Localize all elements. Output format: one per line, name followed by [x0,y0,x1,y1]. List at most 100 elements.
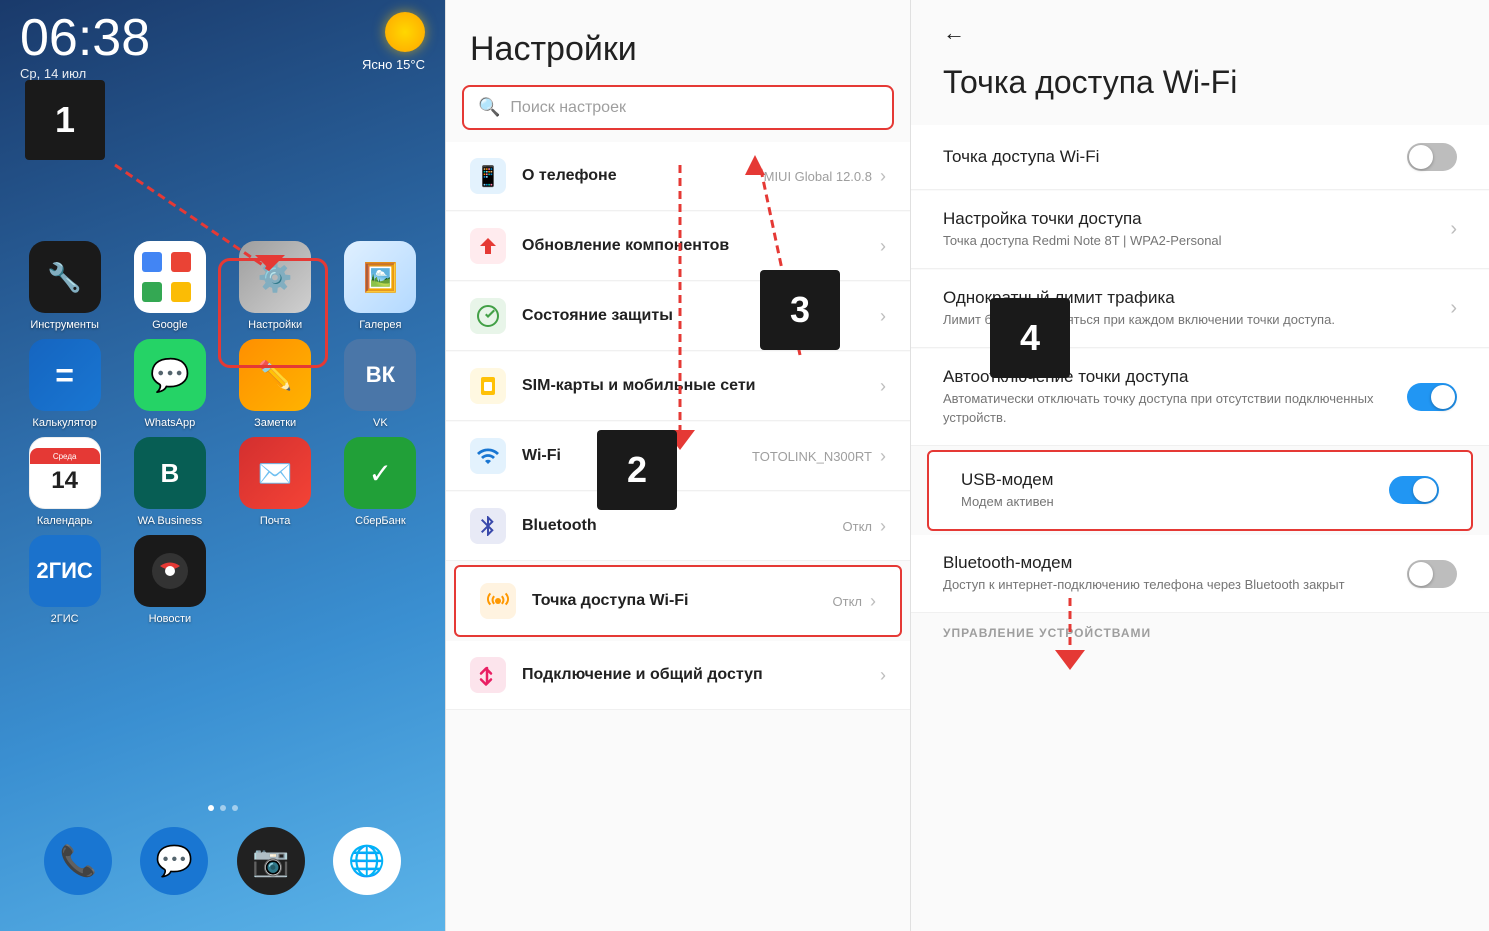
dock-phone[interactable]: 📞 [44,827,112,895]
app-item-sberbank[interactable]: ✓ СберБанк [332,437,429,527]
app-label-news: Новости [149,613,192,625]
app-label-calendar: Календарь [37,515,93,527]
settings-item-hotspot[interactable]: Точка доступа Wi-Fi Откл › [454,565,902,637]
bluetooth-title: Bluetooth [522,517,843,535]
wifi-icon [470,438,506,474]
hotspot-config-sublabel: Точка доступа Redmi Note 8T | WPA2-Perso… [943,232,1450,250]
wifi-hotspot-toggle[interactable] [1407,143,1457,171]
wifi-hotspot-info: Точка доступа Wi-Fi [943,147,1391,167]
update-title: Обновление компонентов [522,237,872,255]
wifi-hotspot-row[interactable]: Точка доступа Wi-Fi [911,125,1489,190]
usb-modem-knob [1413,478,1437,502]
security-icon [470,298,506,334]
settings-title: Настройки [446,0,910,85]
back-button[interactable]: ← [943,20,965,46]
bluetooth-modem-info: Bluetooth-модем Доступ к интернет-подклю… [943,553,1391,594]
usb-modem-label: USB-модем [961,470,1373,490]
app-label-notes: Заметки [254,417,296,429]
about-value: MIUI Global 12.0.8 [764,169,872,184]
app-item-calculator[interactable]: = Калькулятор [16,339,113,429]
app-item-whatsapp[interactable]: 💬 WhatsApp [121,339,218,429]
bluetooth-value: Откл [843,519,873,534]
app-item-vk[interactable]: ВК VK [332,339,429,429]
home-screen: 06:38 Ср, 14 июл Ясно 15°C 1 🔧 Инструмен… [0,0,445,931]
settings-item-sim[interactable]: SIM-карты и мобильные сети › [446,352,910,421]
wifi-chevron: › [880,446,886,467]
bluetooth-modem-label: Bluetooth-модем [943,553,1391,573]
dock-camera-icon: 📷 [237,827,305,895]
settings-item-about[interactable]: 📱 О телефоне MIUI Global 12.0.8 › [446,142,910,211]
hotspot-detail-panel: ← Точка доступа Wi-Fi Точка доступа Wi-F… [910,0,1489,931]
time-display: 06:38 [20,12,150,64]
search-placeholder: Поиск настроек [510,99,626,117]
auto-off-toggle[interactable] [1407,383,1457,411]
update-chevron: › [880,236,886,257]
app-item-news[interactable]: Новости [121,535,218,625]
app-icon-wabusiness: B [134,437,206,509]
sim-content: SIM-карты и мобильные сети [522,377,872,395]
bluetooth-modem-toggle[interactable] [1407,560,1457,588]
app-item-google[interactable]: Google [121,241,218,331]
wifi-hotspot-label: Точка доступа Wi-Fi [943,147,1391,167]
app-icon-vk: ВК [344,339,416,411]
security-chevron: › [880,306,886,327]
app-icon-calendar: Среда 14 [29,437,101,509]
app-label-wabusiness: WA Business [138,515,202,527]
update-content: Обновление компонентов [522,237,872,255]
weather-area: Ясно 15°C [362,12,425,72]
bluetooth-icon [470,508,506,544]
app-label-calculator: Калькулятор [32,417,96,429]
app-icon-gallery: 🖼️ [344,241,416,313]
usb-modem-row[interactable]: USB-модем Модем активен [927,450,1473,531]
sim-chevron: › [880,376,886,397]
step-2-badge: 2 [597,430,677,510]
usb-modem-toggle[interactable] [1389,476,1439,504]
settings-highlight-border [218,258,328,368]
update-icon [470,228,506,264]
settings-item-connection[interactable]: Подключение и общий доступ › [446,641,910,710]
hotspot-title: Точка доступа Wi-Fi [532,592,833,610]
app-icon-calculator: = [29,339,101,411]
app-icon-whatsapp: 💬 [134,339,206,411]
app-item-gallery[interactable]: 🖼️ Галерея [332,241,429,331]
dock-camera[interactable]: 📷 [237,827,305,895]
hotspot-config-row[interactable]: Настройка точки доступа Точка доступа Re… [911,191,1489,269]
settings-item-update[interactable]: Обновление компонентов › [446,212,910,281]
settings-item-bluetooth[interactable]: Bluetooth Откл › [446,492,910,561]
auto-off-knob [1431,385,1455,409]
about-title: О телефоне [522,167,764,185]
settings-list: 📱 О телефоне MIUI Global 12.0.8 › Обновл… [446,142,910,711]
app-item-instruments[interactable]: 🔧 Инструменты [16,241,113,331]
settings-item-security[interactable]: Состояние защиты › [446,282,910,351]
bluetooth-modem-row[interactable]: Bluetooth-модем Доступ к интернет-подклю… [911,535,1489,613]
step-1-badge: 1 [25,80,105,160]
traffic-limit-chevron: › [1450,297,1457,320]
search-icon: 🔍 [478,97,500,118]
right-panel-title: Точка доступа Wi-Fi [911,56,1489,125]
app-icon-sberbank: ✓ [344,437,416,509]
bluetooth-modem-knob [1409,562,1433,586]
hotspot-icon [480,583,516,619]
settings-panel: Настройки 🔍 Поиск настроек 📱 О телефоне … [445,0,910,931]
right-panel-header: ← [911,0,1489,56]
search-box[interactable]: 🔍 Поиск настроек [462,85,894,130]
dock-messages[interactable]: 💬 [140,827,208,895]
dock-chrome[interactable]: 🌐 [333,827,401,895]
bluetooth-chevron: › [880,516,886,537]
connection-icon [470,657,506,693]
date-display: Ср, 14 июл [20,66,150,81]
wifi-value: TOTOLINK_N300RT [752,449,872,464]
sim-title: SIM-карты и мобильные сети [522,377,872,395]
app-item-mail[interactable]: ✉️ Почта [227,437,324,527]
app-label-instruments: Инструменты [30,319,99,331]
auto-off-sublabel: Автоматически отключать точку доступа пр… [943,390,1391,426]
usb-modem-sublabel: Модем активен [961,493,1373,511]
app-label-2gis: 2ГИС [51,613,79,625]
app-item-wabusiness[interactable]: B WA Business [121,437,218,527]
app-item-calendar[interactable]: Среда 14 Календарь [16,437,113,527]
dock-chrome-icon: 🌐 [333,827,401,895]
weather-icon [385,12,425,52]
settings-item-wifi[interactable]: Wi-Fi TOTOLINK_N300RT › [446,422,910,491]
app-icon-mail: ✉️ [239,437,311,509]
app-item-2gis[interactable]: 2ГИС 2ГИС [16,535,113,625]
